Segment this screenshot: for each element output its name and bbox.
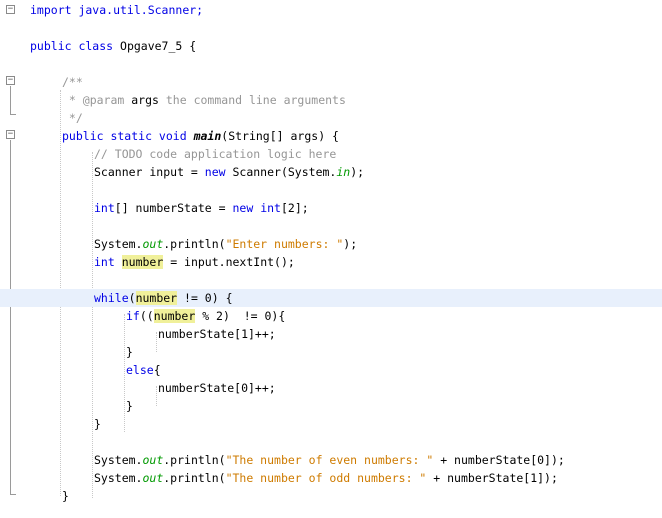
token: "The number of even numbers: " — [225, 453, 434, 467]
token: out — [142, 237, 164, 251]
token: args — [131, 93, 159, 107]
token: (String[] args) { — [221, 129, 339, 143]
token: out — [142, 453, 164, 467]
token: % 2) != 0){ — [195, 309, 286, 323]
fold-end — [10, 114, 16, 115]
fold-toggle-javadoc-icon[interactable]: − — [6, 76, 15, 85]
code-line-27: System.out.println("The number of odd nu… — [30, 469, 662, 487]
token: = input.nextInt(); — [163, 255, 295, 269]
token: != 0) { — [177, 291, 233, 305]
token: + numberState[1]); — [426, 471, 558, 485]
token: in — [336, 165, 351, 179]
highlighted-token: number — [135, 291, 178, 305]
code-line-22: numberState[0]++; — [30, 379, 662, 397]
code-line-8: public static void main(String[] args) { — [30, 127, 662, 145]
fold-line — [10, 140, 11, 494]
token: } — [126, 345, 133, 359]
token: { — [153, 363, 161, 377]
token: */ — [62, 111, 83, 125]
token: ); — [343, 237, 358, 251]
token: numberState[1]++; — [158, 327, 276, 341]
token: ( — [128, 291, 136, 305]
token: numberState[0]++; — [158, 381, 276, 395]
token: new — [232, 201, 254, 215]
token: if — [126, 309, 140, 323]
token: Opgave7_5 { — [113, 39, 197, 53]
token: System. — [94, 453, 143, 467]
code-line-14: System.out.println("Enter numbers: "); — [30, 235, 662, 253]
token: .println( — [163, 453, 226, 467]
token: } — [62, 489, 69, 503]
token: .println( — [163, 471, 226, 485]
fold-end — [10, 494, 16, 495]
code-line-10: Scanner input = new Scanner(System.in); — [30, 163, 662, 181]
token: main — [193, 129, 222, 143]
token: } — [126, 399, 133, 413]
token: "Enter numbers: " — [225, 237, 344, 251]
code-line-28: } — [30, 487, 662, 505]
token: } — [94, 417, 101, 431]
token: new — [204, 165, 226, 179]
token: System. — [94, 471, 143, 485]
token: [2]; — [280, 201, 309, 215]
token: * @param — [62, 93, 132, 107]
code-line-15: int number = input.nextInt(); — [30, 253, 662, 271]
token: int — [253, 201, 281, 215]
code-line-7: */ — [30, 109, 662, 127]
token: else — [126, 363, 154, 377]
token: while — [94, 291, 129, 305]
token: Scanner input = — [94, 165, 205, 179]
fold-line — [10, 86, 11, 114]
token: Scanner(System. — [225, 165, 337, 179]
token: System. — [94, 237, 143, 251]
token: import java.util.Scanner; — [30, 3, 204, 17]
code-line-3: public class Opgave7_5 { — [30, 37, 662, 55]
token: [] numberState = — [114, 201, 233, 215]
code-line-18: if((number % 2) != 0){ — [30, 307, 662, 325]
fold-toggle-import-icon[interactable]: − — [6, 5, 15, 14]
token: (( — [139, 309, 154, 323]
token: /** — [62, 75, 83, 89]
token: ); — [350, 165, 365, 179]
code-line-23: } — [30, 397, 662, 415]
token: public static void — [62, 129, 194, 143]
code-line-20: } — [30, 343, 662, 361]
token: int — [94, 201, 115, 215]
token: out — [142, 471, 164, 485]
code-line-17-current: while(number != 0) { — [0, 289, 662, 307]
token: int — [94, 255, 115, 269]
token: public class — [30, 39, 114, 53]
code-line-5: /** — [30, 73, 662, 91]
editor-gutter: − − − — [0, 0, 22, 518]
highlighted-token: number — [153, 309, 196, 323]
code-line-24: } — [30, 415, 662, 433]
code-line-12: int[] numberState = new int[2]; — [30, 199, 662, 217]
token: // TODO code application logic here — [94, 147, 337, 161]
token: "The number of odd numbers: " — [225, 471, 427, 485]
code-line-1: import java.util.Scanner; — [30, 1, 662, 19]
fold-toggle-main-icon[interactable]: − — [6, 130, 15, 139]
code-line-6: * @param args the command line arguments — [30, 91, 662, 109]
highlighted-token: number — [121, 255, 164, 269]
code-line-19: numberState[1]++; — [30, 325, 662, 343]
code-line-9: // TODO code application logic here — [30, 145, 662, 163]
code-line-21: else{ — [30, 361, 662, 379]
code-line-26: System.out.println("The number of even n… — [30, 451, 662, 469]
token: + numberState[0]); — [433, 453, 565, 467]
token: .println( — [163, 237, 226, 251]
token: the command line arguments — [158, 93, 346, 107]
